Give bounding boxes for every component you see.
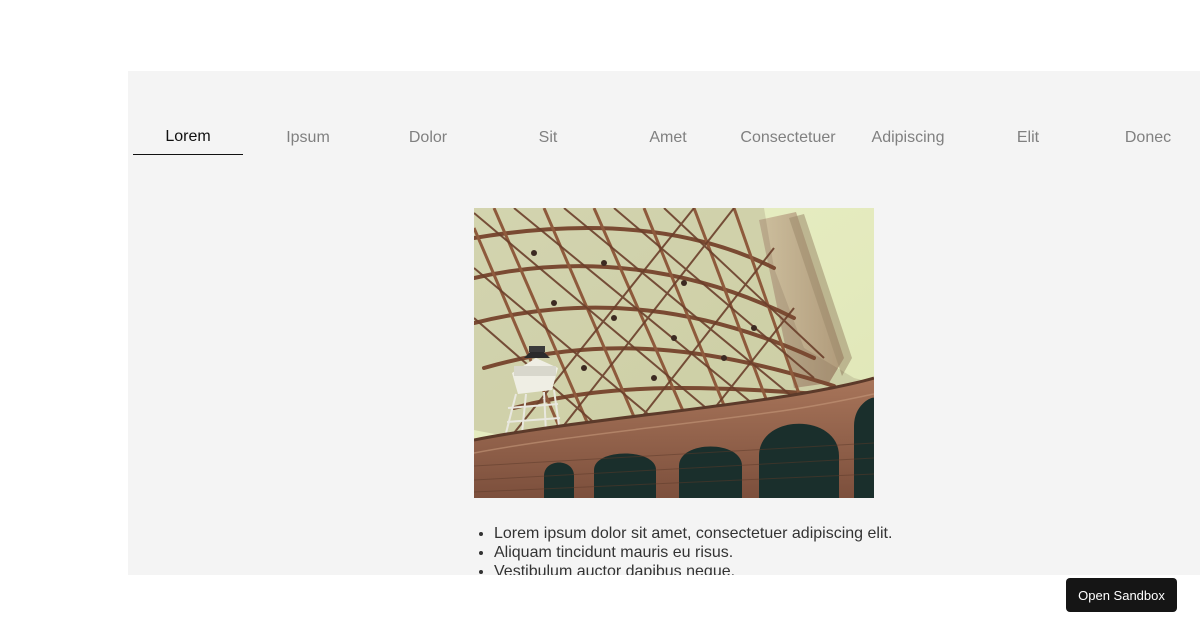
- tab-sit[interactable]: Sit: [493, 120, 603, 155]
- tab-consectetuer[interactable]: Consectetuer: [733, 120, 843, 155]
- open-sandbox-button[interactable]: Open Sandbox: [1066, 578, 1177, 612]
- tab-amet[interactable]: Amet: [613, 120, 723, 155]
- tab-adipiscing[interactable]: Adipiscing: [853, 120, 963, 155]
- list-item: Aliquam tincidunt mauris eu risus.: [494, 543, 892, 562]
- tab-lorem[interactable]: Lorem: [133, 120, 243, 155]
- bridge-photo: [474, 208, 874, 498]
- list-item: Vestibulum auctor dapibus neque.: [494, 562, 892, 575]
- tab-elit[interactable]: Elit: [973, 120, 1083, 155]
- bullet-list: Lorem ipsum dolor sit amet, consectetuer…: [474, 524, 892, 575]
- tab-ipsum[interactable]: Ipsum: [253, 120, 363, 155]
- tab-donec[interactable]: Donec: [1093, 120, 1200, 155]
- tab-bar: Lorem Ipsum Dolor Sit Amet Consectetuer …: [133, 120, 1200, 156]
- preview-frame: Lorem Ipsum Dolor Sit Amet Consectetuer …: [128, 71, 1200, 575]
- list-item: Lorem ipsum dolor sit amet, consectetuer…: [494, 524, 892, 543]
- tab-dolor[interactable]: Dolor: [373, 120, 483, 155]
